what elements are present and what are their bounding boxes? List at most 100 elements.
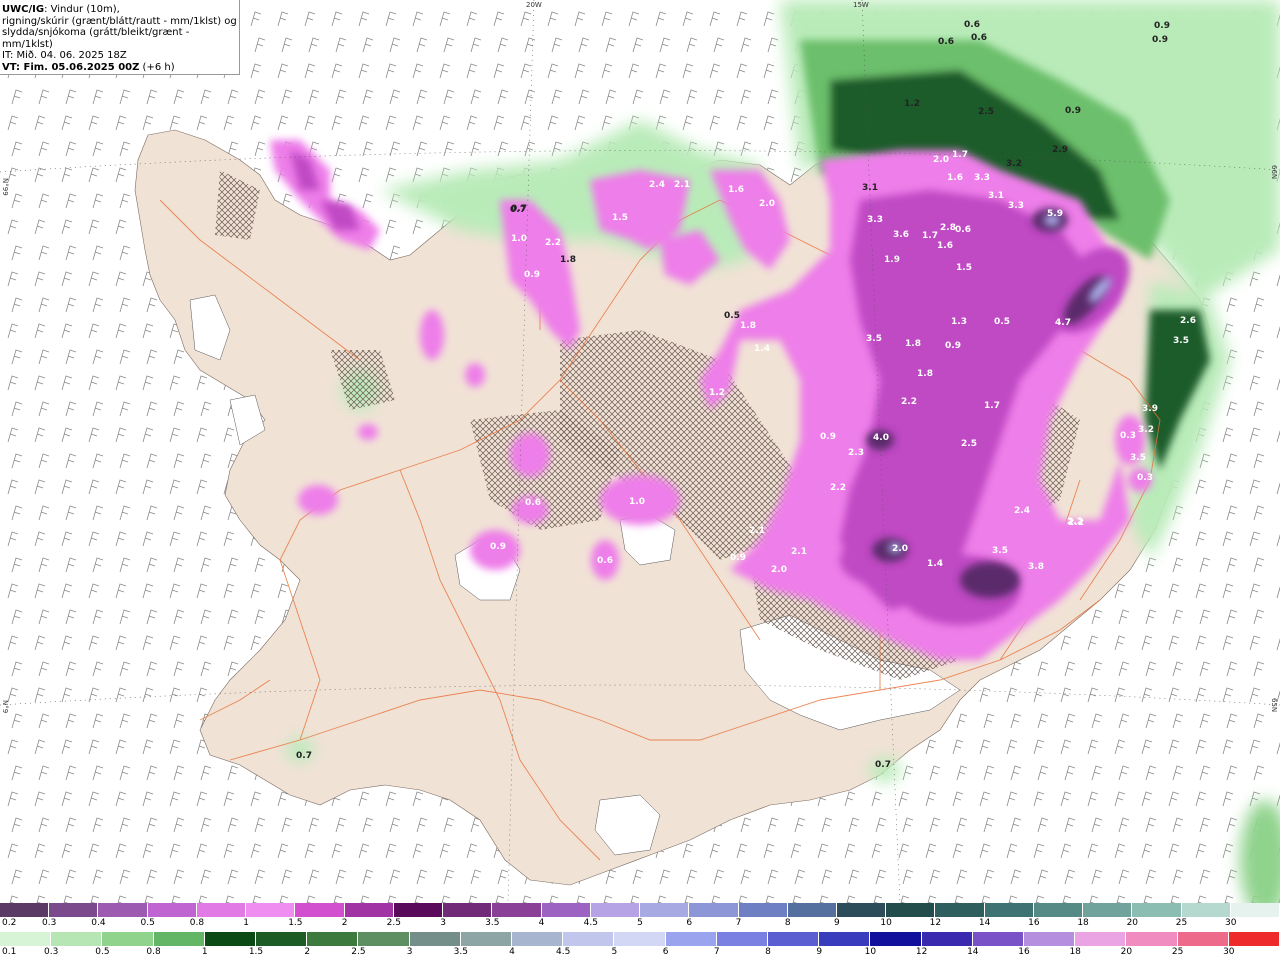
snow-legend-label: 0.2 (2, 918, 17, 928)
snow-legend-label: 0.3 (42, 918, 57, 928)
rain-legend-label: 14 (967, 947, 979, 957)
snow-legend-label: 1 (243, 918, 250, 928)
precip-value-label: 1.8 (560, 255, 576, 265)
rain-legend-swatch (870, 932, 922, 946)
snow-legend-label: 8 (784, 918, 791, 928)
precip-value-label: 3.5 (1130, 453, 1146, 463)
precip-value-label: 2.0 (759, 199, 775, 209)
rain-legend-swatch (563, 932, 615, 946)
rain-legend-label: 7 (713, 947, 720, 957)
rain-legend-swatch (1075, 932, 1127, 946)
rain-legend-swatch (819, 932, 871, 946)
rain-legend-swatch (256, 932, 308, 946)
precip-value-label: 2.2 (901, 397, 917, 407)
precip-value-label: 1.3 (951, 317, 967, 327)
precip-value-label: 3.5 (866, 334, 882, 344)
snow-legend-swatch (541, 903, 591, 917)
snow-legend-swatch (246, 903, 296, 917)
rain-legend-swatch (972, 932, 1025, 946)
precip-value-label: 1.6 (947, 173, 963, 183)
rain-legend-labels: 0.1 0.3 0.5 0.8 1 1.5 2 2.5 3 3.5 4 4.5 5 6 7 8 9 10 12 14 1… (0, 947, 1280, 959)
precip-value-label: 2.4 (1014, 506, 1030, 516)
precip-value-label: 0.7 (296, 751, 312, 761)
precip-value-label: 0.6 (597, 556, 613, 566)
snow-legend-label: 4 (538, 918, 545, 928)
rain-legend-label: 16 (1018, 947, 1030, 957)
valid-time-lead: (+6 h) (139, 61, 175, 73)
precip-value-label: 2.3 (848, 448, 864, 458)
rain-legend-label: 4 (509, 947, 515, 957)
info-line-1: UWC/IG: Vindur (10m), (2, 4, 239, 16)
precip-value-label: 0.9 (1154, 21, 1170, 31)
rain-legend-label: 4.5 (556, 947, 571, 957)
precip-value-label: 3.5 (992, 546, 1008, 556)
rain-legend-swatch (921, 932, 973, 946)
precip-value-label: 2.1 (749, 526, 765, 536)
rain-legend-swatch (102, 932, 154, 946)
snow-legend-swatch (1132, 903, 1182, 917)
rain-legend-colorbar (0, 932, 1280, 946)
grid-label-65n-right: 65N (1270, 698, 1278, 712)
valid-time-label: VT: (2, 61, 21, 73)
rain-legend-label: 3 (406, 947, 413, 957)
weather-map[interactable]: 20W 15W N°99 N°9 66N 65N 0.6 0.6 0.6 0.9 0.9… (0, 0, 1280, 903)
model-title: UWC/IG (2, 4, 45, 15)
snow-legend-swatch (344, 903, 394, 917)
precip-value-label: 0.3 (1120, 431, 1136, 441)
rain-legend-label: 3.5 (453, 947, 468, 957)
rain-legend-swatch (307, 932, 359, 946)
snow-legend-label: 12 (929, 918, 942, 928)
rain-legend-swatch (614, 932, 666, 946)
snow-legend-swatch (492, 903, 542, 917)
snow-legend-label: 1.5 (288, 918, 303, 928)
info-line-3: slydda/snjókoma (grátt/bleikt/grænt - mm… (2, 27, 190, 50)
precip-value-label: 0.3 (1137, 473, 1153, 483)
precip-value-label: 0.6 (955, 225, 971, 235)
snow-legend-swatch (1181, 903, 1231, 917)
grid-label-66n-right: 66N (1270, 165, 1278, 179)
rain-legend-swatch (358, 932, 410, 946)
snow-legend-swatch (689, 903, 739, 917)
rain-legend-label: 2 (304, 947, 311, 957)
snow-legend-swatch (590, 903, 641, 917)
snow-legend-label: 16 (1028, 918, 1040, 928)
precip-value-label: 1.5 (956, 263, 972, 273)
precip-value-label: 1.0 (511, 234, 527, 244)
snow-legend-label: 9 (834, 918, 840, 928)
snow-legend-label: 6 (686, 918, 693, 928)
precip-value-label: 0.5 (724, 311, 740, 321)
precip-value-label: 0.9 (1065, 106, 1081, 116)
precip-value-label: 2.8 (940, 223, 956, 233)
rain-legend-swatch (409, 932, 461, 946)
precip-value-label: 2.9 (1052, 145, 1068, 155)
snow-legend-swatch (886, 903, 936, 917)
snow-legend-label: 14 (978, 918, 991, 928)
precip-value-label: 3.8 (1028, 562, 1044, 572)
precip-value-label: 2.1 (674, 180, 690, 190)
rain-legend-swatch (0, 932, 52, 946)
precip-value-label: 1.4 (927, 559, 943, 569)
precip-value-label: 1.0 (629, 497, 645, 507)
precip-value-label: 1.8 (917, 369, 933, 379)
snow-legend-swatch (1083, 903, 1133, 917)
variable-wind: : Vindur (10m), (44, 4, 120, 15)
precip-value-label: 0.9 (490, 542, 506, 552)
rain-legend-label: 8 (765, 947, 771, 957)
precip-value-label: 4.7 (1055, 318, 1071, 328)
precip-value-label: 3.6 (893, 230, 909, 240)
precip-value-label: 2.0 (933, 155, 949, 165)
rain-legend-swatch (665, 932, 717, 946)
snow-legend-labels: 0.2 0.3 0.4 0.5 0.8 1 1.5 2 2.5 3 3.5 4 4.5 5 6 7 8 9 10 12… (0, 918, 1280, 930)
precip-value-label: 3.2 (1006, 159, 1022, 169)
snow-legend-label: 18 (1077, 918, 1089, 928)
rain-legend-label: 0.8 (146, 947, 161, 957)
snow-legend-label: 3 (440, 918, 446, 928)
map-canvas[interactable]: 20W 15W N°99 N°9 66N 65N 0.6 0.6 0.6 0.9 0.9… (0, 0, 1280, 903)
rain-legend-label: 1.5 (248, 947, 264, 957)
precip-value-label: 4.0 (873, 433, 889, 443)
precip-value-label: 5.9 (1047, 209, 1063, 219)
precip-value-label: 0.7 (875, 760, 891, 770)
rain-legend-label: 1 (201, 947, 208, 957)
precip-value-label: 0.6 (964, 20, 980, 30)
valid-time-value: Fim. 05.06.2025 00Z (20, 61, 140, 73)
